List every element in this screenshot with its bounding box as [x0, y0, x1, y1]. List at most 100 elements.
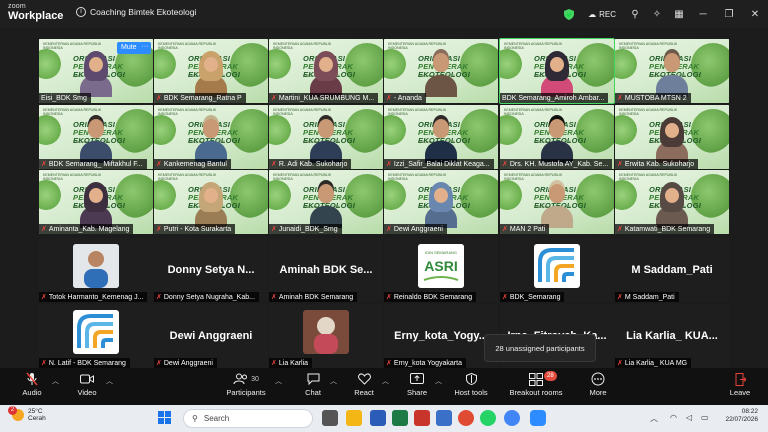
participant-name: Kankemenag Bantul [163, 160, 227, 168]
word-icon[interactable] [370, 410, 386, 426]
recording-indicator[interactable]: ☁ REC [588, 10, 616, 19]
participant-video-tile[interactable]: KEMENTERIAN AGAMA REPUBLIK INDONESIAORIE… [615, 170, 729, 234]
sparkle-icon[interactable]: ✧ [646, 0, 668, 28]
participant-name-tile[interactable]: Dewi Anggraeni ✗ Dewi Anggraeni [154, 304, 268, 368]
shield-icon[interactable] [558, 0, 580, 28]
participant-video-tile[interactable]: KEMENTERIAN AGAMA REPUBLIK INDONESIAORIE… [615, 39, 729, 103]
breakout-badge: 28 [544, 371, 557, 381]
participant-video-tile[interactable]: KEMENTERIAN AGAMA REPUBLIK INDONESIAORIE… [500, 170, 614, 234]
tile-more-button[interactable]: ··· [139, 42, 151, 54]
participant-name-tile[interactable]: ✗ Totok Harmanto_Kemenag J... [39, 238, 153, 302]
participant-video-tile[interactable]: KEMENTERIAN AGAMA REPUBLIK INDONESIAORIE… [384, 39, 498, 103]
participant-name-bar: ✗ BDK Semarang_ Miftakhul F... [39, 159, 147, 169]
video-options-caret[interactable]: ︿ [106, 376, 113, 386]
share-screen-icon [410, 370, 424, 388]
audio-options-caret[interactable]: ︿ [52, 376, 59, 386]
clock[interactable]: 08:22 22/07/2026 [725, 408, 758, 424]
windows-start-button[interactable] [158, 411, 172, 425]
wifi-icon[interactable]: ◠ [670, 413, 677, 422]
participant-video-tile[interactable]: KEMENTERIAN AGAMA REPUBLIK INDONESIAORIE… [615, 105, 729, 169]
chrome-profile-icon[interactable] [504, 410, 520, 426]
maximize-button[interactable]: ❐ [716, 0, 742, 28]
mute-button[interactable]: Mute [117, 42, 141, 54]
participant-name-tile[interactable]: ✗ BDK_Semarang [500, 238, 614, 302]
participant-video-tile[interactable]: KEMENTERIAN AGAMA REPUBLIK INDONESIAORIE… [154, 39, 268, 103]
task-view-icon[interactable] [322, 410, 338, 426]
participant-name-tile[interactable]: IDIN SEMARANG ASRI ✗ Reinaldo BDK Semarang [384, 238, 498, 302]
powerpoint-icon[interactable] [414, 410, 430, 426]
participant-name: - Ananda [393, 94, 422, 102]
close-button[interactable]: ✕ [742, 0, 768, 28]
participant-name-bar: ✗ MAN 2 Pati [500, 224, 550, 234]
battery-icon[interactable]: ▭ [701, 413, 709, 422]
share-options-caret[interactable]: ︿ [435, 376, 442, 386]
taskbar-search[interactable]: ⚲ Search [183, 409, 313, 428]
magic-wand-icon[interactable]: ⚲ [624, 0, 646, 28]
participants-label: Participants [226, 388, 266, 397]
excel-icon[interactable] [392, 410, 408, 426]
view-grid-icon[interactable]: ▦ [668, 0, 690, 28]
react-options-caret[interactable]: ︿ [382, 376, 389, 386]
participant-video-tile[interactable]: KEMENTERIAN AGAMA REPUBLIK INDONESIAORIE… [39, 105, 153, 169]
participant-silhouette [80, 119, 112, 163]
logo-line2: Workplace [8, 10, 64, 22]
tray-chevron-icon[interactable]: ︿ [650, 413, 658, 424]
participant-video-tile[interactable]: KEMENTERIAN AGAMA REPUBLIK INDONESIAORIE… [384, 105, 498, 169]
weather-condition: Cerah [28, 415, 46, 423]
edge-icon[interactable] [436, 410, 452, 426]
participant-video-tile[interactable]: KEMENTERIAN AGAMA REPUBLIK INDONESIAORIE… [39, 39, 153, 103]
meeting-info[interactable]: i Coaching Bimtek Ekoteologi [76, 7, 196, 17]
zoom-taskbar-icon[interactable] [530, 410, 546, 426]
participant-name-tile[interactable]: Lia Karlia_ KUA... ✗ Lia Karlia_ KUA MG [615, 304, 729, 368]
participant-video-tile[interactable]: KEMENTERIAN AGAMA REPUBLIK INDONESIAORIE… [154, 170, 268, 234]
participant-name-bar: ✗ Totok Harmanto_Kemenag J... [39, 292, 148, 302]
cloud-icon: ☁ [588, 9, 597, 19]
participant-name: Aminanta_Kab. Magelang [48, 225, 130, 233]
more-button[interactable]: More [570, 370, 626, 404]
participant-name-tile[interactable]: Erny_kota_Yogy... ✗ Erny_kota Yogyakarta [384, 304, 498, 368]
file-explorer-icon[interactable] [346, 410, 362, 426]
mic-muted-icon: ✗ [271, 161, 277, 168]
windows-taskbar: 2 25°C Cerah ⚲ Search ︿ ◠ ◁ ▭ 08:22 22/0… [0, 405, 768, 432]
volume-icon[interactable]: ◁ [686, 413, 692, 422]
participant-video-tile[interactable]: KEMENTERIAN AGAMA REPUBLIK INDONESIAORIE… [154, 105, 268, 169]
participant-name-tile[interactable]: ✗ Lia Karlia [269, 304, 383, 368]
mic-muted-icon: ✗ [41, 360, 47, 367]
host-shield-icon [465, 370, 477, 388]
participant-name-tile[interactable]: Donny Setya N... ✗ Donny Setya Nugraha_Kab… [154, 238, 268, 302]
participant-video-tile[interactable]: KEMENTERIAN AGAMA REPUBLIK INDONESIAORIE… [269, 105, 383, 169]
participant-silhouette [425, 119, 457, 163]
participant-silhouette [80, 51, 112, 97]
kemenag-logo-avatar [73, 310, 119, 354]
participants-button[interactable]: 30 Participants [218, 370, 274, 404]
participant-video-tile[interactable]: KEMENTERIAN AGAMA REPUBLIK INDONESIAORIE… [500, 105, 614, 169]
slide-header: KEMENTERIAN AGAMA REPUBLIK INDONESIA [43, 173, 102, 182]
participant-video-tile[interactable]: KEMENTERIAN AGAMA REPUBLIK INDONESIAORIE… [384, 170, 498, 234]
weather-widget[interactable]: 2 25°C Cerah [8, 406, 46, 423]
participant-name-tile[interactable]: M Saddam_Pati ✗ M Saddam_Pati [615, 238, 729, 302]
info-icon[interactable]: i [76, 7, 86, 17]
chrome-icon[interactable] [458, 410, 474, 426]
participant-silhouette [656, 53, 688, 97]
slide-header: KEMENTERIAN AGAMA REPUBLIK INDONESIA [619, 42, 678, 51]
participant-name: MAN 2 Pati [509, 225, 546, 233]
participant-video-tile[interactable]: KEMENTERIAN AGAMA REPUBLIK INDONESIAORIE… [39, 170, 153, 234]
host-tools-button[interactable]: Host tools [443, 370, 499, 404]
participant-video-tile[interactable]: KEMENTERIAN AGAMA REPUBLIK INDONESIAORIE… [269, 170, 383, 234]
participants-options-caret[interactable]: ︿ [275, 376, 282, 386]
participant-video-tile[interactable]: KEMENTERIAN AGAMA REPUBLIK INDONESIAORIE… [269, 39, 383, 103]
mic-muted-icon: ✗ [386, 360, 392, 367]
whatsapp-icon[interactable] [480, 410, 496, 426]
minimize-button[interactable]: ─ [690, 0, 716, 28]
participant-name-bar: ✗ Lia Karlia [269, 358, 313, 368]
participant-video-tile[interactable]: KEMENTERIAN AGAMA REPUBLIK INDONESIAORIE… [499, 38, 615, 104]
mic-muted-icon: ✗ [156, 95, 162, 102]
search-placeholder: Search [203, 414, 230, 423]
participant-name-tile[interactable]: Aminah BDK Se... ✗ Aminah BDK Semarang [269, 238, 383, 302]
leave-button[interactable]: Leave [712, 370, 768, 404]
participant-name: N. Latif - BDK Semarang [48, 359, 126, 367]
participant-name-tile[interactable]: ✗ N. Latif - BDK Semarang [39, 304, 153, 368]
participant-name-bar: ✗ Reinaldo BDK Semarang [384, 292, 477, 302]
participant-name-bar: ✗ Putri - Kota Surakarta [154, 224, 236, 234]
react-label: React [354, 388, 374, 397]
